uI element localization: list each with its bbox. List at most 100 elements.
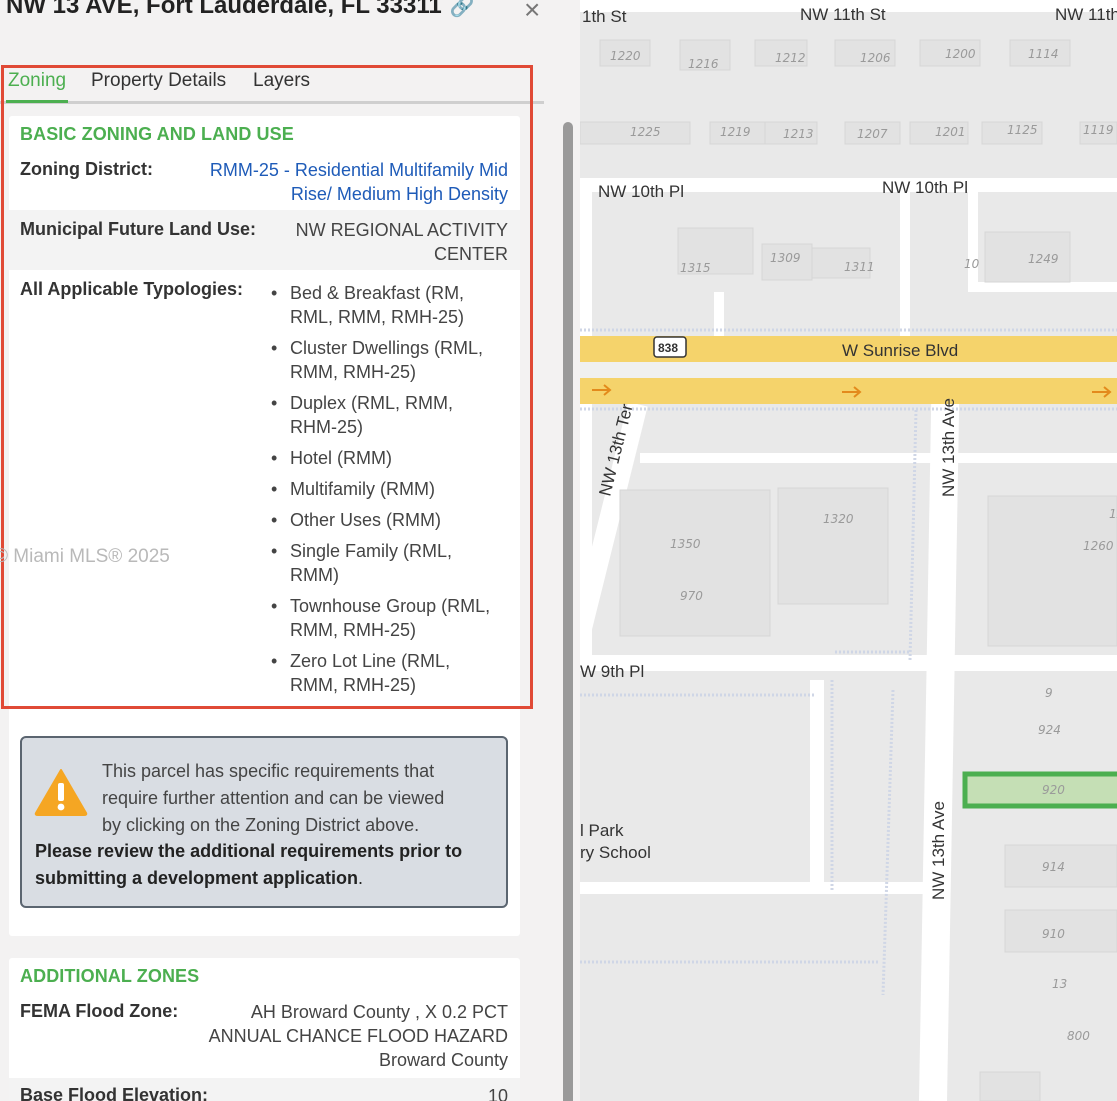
base-flood-elevation-value: 10 [487,1086,508,1101]
parcel-number: 9 [1045,686,1053,700]
parcel-number: 1201 [935,125,966,139]
map-canvas[interactable]: 1th St NW 11th St NW 11th NW 10th Pl NW … [580,0,1117,1101]
parcel-number: 970 [680,589,703,603]
map-view[interactable]: 1th St NW 11th St NW 11th NW 10th Pl NW … [580,0,1117,1101]
typology-line: RML, RMM, RMH-25) [290,307,464,327]
base-flood-elevation-label: Base Flood Elevation: [20,1085,209,1101]
tab-bar: Zoning Property Details Layers [0,62,544,104]
zoning-district-line2: Rise/ Medium High Density [290,184,508,204]
notice-line2: require further attention and can be vie… [102,788,445,808]
road-label-nw11-right: NW 11th [1055,5,1117,24]
route-838-shield: 838 [653,336,687,358]
parcel-number: 1114 [1028,47,1059,61]
parcel-number: 1260 [1083,539,1114,553]
typology-line: Bed & Breakfast (RM, [290,283,465,303]
typology-line: RMM, RMH-25) [290,620,416,640]
tab-property-details[interactable]: Property Details [91,70,226,92]
notice-line1: This parcel has specific requirements th… [102,761,435,781]
notice-bold-line2: submitting a development application [35,868,359,888]
watermark: © Miami MLS® 2025 [0,546,170,567]
parcel-number: 1200 [945,47,976,61]
typology-line: Cluster Dwellings (RML, [290,338,484,358]
road-label-nw9: W 9th Pl [580,662,644,681]
typologies-label: All Applicable Typologies: [20,279,244,299]
future-land-use-line2: CENTER [433,244,508,264]
link-icon[interactable]: 🔗 [450,0,475,19]
zoning-card: BASIC ZONING AND LAND USE Zoning Distric… [9,116,520,936]
parcel-number: 13 [1052,977,1067,991]
road-label-nw10-left: NW 10th Pl [598,182,684,201]
parcel-number: 1309 [770,251,801,265]
road-label-nw13ave-top: NW 13th Ave [939,398,958,497]
tab-zoning[interactable]: Zoning [5,70,69,103]
typology-line: RHM-25) [290,417,364,437]
tab-layers[interactable]: Layers [253,70,310,92]
requirements-notice: This parcel has specific requirements th… [20,736,508,908]
typology-line: Single Family (RML, [290,541,453,561]
road-label-nw10-right: NW 10th Pl [882,178,968,197]
notice-bold-line1: Please review the additional requirement… [35,841,463,861]
typology-item: Single Family (RML, RMM) [271,539,511,587]
parcel-number: 1216 [688,57,719,71]
notice-bold-text: Please review the additional requirement… [35,838,505,892]
fema-flood-zone-label: FEMA Flood Zone: [20,1001,179,1021]
road-label-sunrise: W Sunrise Blvd [842,341,958,360]
parcel-number: 1320 [823,512,854,526]
parcel-number: 125 [1109,507,1117,521]
parcel-number: 1220 [610,49,641,63]
typology-line: RMM, RMH-25) [290,675,416,695]
parcel-number: 1125 [1007,123,1038,137]
parcel-number: 10 [964,257,980,271]
typology-item: Multifamily (RMM) [271,477,511,501]
road-label-nw11-mid: NW 11th St [800,5,886,24]
parcel-number: 1350 [670,537,701,551]
typology-line: Multifamily (RMM) [290,479,435,499]
typology-item: Townhouse Group (RML, RMM, RMH-25) [271,594,511,642]
road-label-nw13ave-bottom: NW 13th Ave [929,801,948,900]
future-land-use-line1: NW REGIONAL ACTIVITY [295,220,508,240]
parcel-number: 800 [1067,1029,1090,1043]
parcel-number: 1249 [1028,252,1059,266]
poi-park-line1: l Park [580,821,624,840]
warning-triangle-icon [34,769,88,816]
typology-item: Zero Lot Line (RML, RMM, RMH-25) [271,649,511,697]
typology-item: Hotel (RMM) [271,446,511,470]
basic-zoning-heading: BASIC ZONING AND LAND USE [20,124,294,144]
parcel-number: 1219 [720,125,751,139]
parcel-number: 910 [1042,927,1065,941]
typology-line: Hotel (RMM) [290,448,392,468]
parcel-number: 1311 [844,260,875,274]
typology-line: RMM) [290,565,339,585]
fema-line3: Broward County [378,1050,508,1070]
parcel-number: 914 [1042,860,1065,874]
additional-zones-heading: ADDITIONAL ZONES [20,966,200,986]
typology-line: Townhouse Group (RML, [290,596,491,616]
parcel-number: 1207 [857,127,888,141]
additional-zones-card: ADDITIONAL ZONES FEMA Flood Zone: AH Bro… [9,958,520,1101]
fema-line2: ANNUAL CHANCE FLOOD HAZARD [208,1026,508,1046]
parcel-number: 1315 [680,261,711,275]
road-label-nw11-left: 1th St [582,7,627,26]
typology-line: Zero Lot Line (RML, [290,651,451,671]
typology-line: Other Uses (RMM) [290,510,442,530]
panel-scrollbar[interactable] [563,122,573,1101]
app-root: NW 13 AVE, Fort Lauderdale, FL 33311 🔗 × … [0,0,1117,1101]
typology-line: Duplex (RML, RMM, [290,393,454,413]
address-text: NW 13 AVE, Fort Lauderdale, FL 33311 [6,0,442,19]
future-land-use-value: NW REGIONAL ACTIVITY CENTER [296,218,508,266]
fema-line1: AH Broward County , X 0.2 PCT [250,1002,508,1022]
route-838-text: 838 [658,341,678,355]
zoning-district-label: Zoning District: [20,159,153,179]
panel-title: NW 13 AVE, Fort Lauderdale, FL 33311 🔗 [6,0,475,20]
close-button[interactable]: × [524,0,540,26]
poi-park-line2: ry School [580,843,651,862]
parcel-number: 1206 [860,51,891,65]
parcel-number: 1119 [1083,123,1114,137]
zoning-district-link[interactable]: RMM-25 - Residential Multifamily Mid Ris… [210,158,508,206]
typology-item: Bed & Breakfast (RM, RML, RMM, RMH-25) [271,281,511,329]
typology-line: RMM, RMH-25) [290,362,416,382]
zoning-district-line1: RMM-25 - Residential Multifamily Mid [209,160,508,180]
notice-line3: by clicking on the Zoning District above… [102,815,420,835]
fema-flood-zone-value: AH Broward County , X 0.2 PCT ANNUAL CHA… [209,1000,508,1072]
notice-bold-suffix: . [358,868,364,888]
